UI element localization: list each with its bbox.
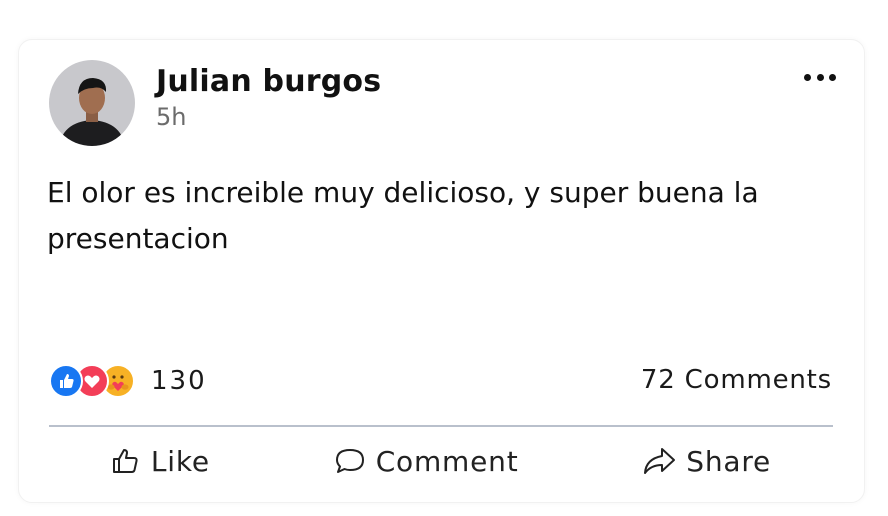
- post-text: El olor es increible muy delicioso, y su…: [47, 176, 759, 255]
- avatar[interactable]: [49, 60, 135, 146]
- speech-bubble-icon: [335, 449, 364, 473]
- comment-button[interactable]: Comment: [324, 445, 529, 478]
- share-arrow-icon: [644, 448, 676, 474]
- avatar-image: [49, 60, 135, 146]
- like-label: Like: [150, 444, 210, 478]
- post-timestamp[interactable]: 5h: [156, 103, 186, 131]
- share-button[interactable]: Share: [632, 445, 781, 478]
- more-options-button[interactable]: [804, 70, 836, 84]
- thumbs-up-icon: [112, 449, 138, 473]
- comment-label: Comment: [375, 444, 519, 478]
- more-dot-icon: [829, 73, 836, 81]
- like-icon: [49, 364, 83, 398]
- reaction-count: 130: [151, 366, 207, 396]
- post-card: Julian burgos 5h El olor es increible mu…: [18, 39, 865, 503]
- more-dot-icon: [804, 73, 811, 81]
- like-button[interactable]: Like: [101, 445, 220, 478]
- comments-count[interactable]: 72 Comments: [641, 365, 832, 395]
- author-name[interactable]: Julian burgos: [156, 64, 381, 99]
- reactions-summary[interactable]: 130: [49, 363, 207, 399]
- more-dot-icon: [816, 73, 824, 81]
- share-label: Share: [686, 444, 772, 478]
- divider: [49, 425, 833, 427]
- post-actions: Like Comment Share: [49, 436, 833, 486]
